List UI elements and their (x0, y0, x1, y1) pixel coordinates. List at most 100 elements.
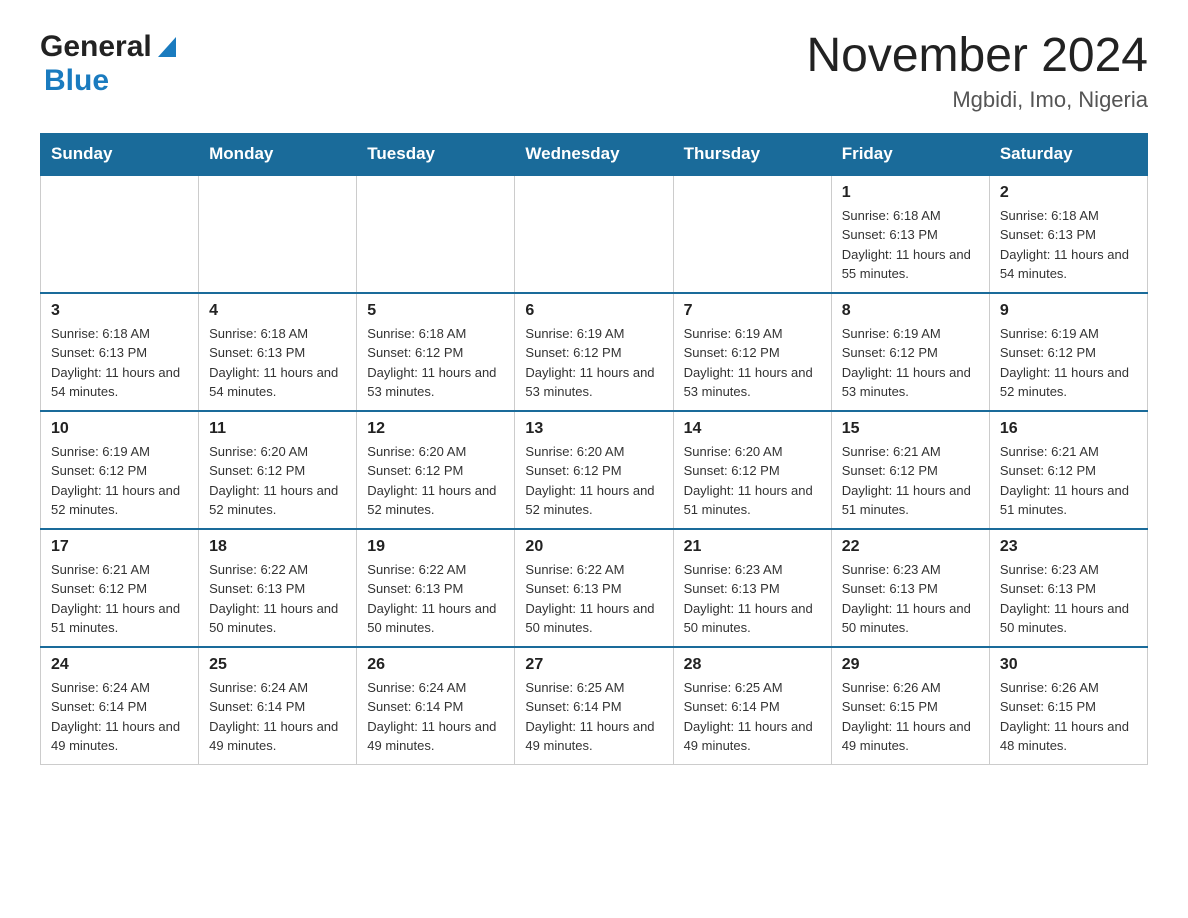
calendar-cell (357, 175, 515, 293)
day-info: Sunrise: 6:18 AM Sunset: 6:13 PM Dayligh… (51, 324, 188, 402)
calendar-cell: 3 Sunrise: 6:18 AM Sunset: 6:13 PM Daylig… (41, 293, 199, 411)
header: General Blue November 2024 Mgbidi, Imo, … (40, 30, 1148, 113)
day-number: 6 (525, 302, 662, 320)
day-number: 19 (367, 538, 504, 556)
day-number: 20 (525, 538, 662, 556)
calendar-cell: 22Sunrise: 6:23 AM Sunset: 6:13 PM Dayli… (831, 529, 989, 647)
day-number: 7 (684, 302, 821, 320)
day-of-week-header: Saturday (989, 133, 1147, 175)
day-info: Sunrise: 6:20 AM Sunset: 6:12 PM Dayligh… (367, 442, 504, 520)
day-number: 8 (842, 302, 979, 320)
day-number: 5 (367, 302, 504, 320)
calendar-cell: 10 Sunrise: 6:19 AM Sunset: 6:12 PM Dayli… (41, 411, 199, 529)
logo-blue-text: Blue (44, 64, 109, 97)
calendar-cell: 30 Sunrise: 6:26 AM Sunset: 6:15 PM Dayli… (989, 647, 1147, 765)
calendar-cell: 8 Sunrise: 6:19 AM Sunset: 6:12 PM Daylig… (831, 293, 989, 411)
day-info: Sunrise: 6:22 AM Sunset: 6:13 PM Dayligh… (525, 560, 662, 638)
calendar-cell: 21 Sunrise: 6:23 AM Sunset: 6:13 PM Dayli… (673, 529, 831, 647)
day-info: Sunrise: 6:25 AM Sunset: 6:14 PM Dayligh… (525, 678, 662, 756)
day-number: 3 (51, 302, 188, 320)
day-info: Sunrise: 6:19 AM Sunset: 6:12 PM Dayligh… (51, 442, 188, 520)
calendar-cell: 17 Sunrise: 6:21 AM Sunset: 6:12 PM Dayli… (41, 529, 199, 647)
calendar-cell: 27 Sunrise: 6:25 AM Sunset: 6:14 PM Dayli… (515, 647, 673, 765)
calendar-cell: 24 Sunrise: 6:24 AM Sunset: 6:14 PM Dayli… (41, 647, 199, 765)
day-number: 16 (1000, 420, 1137, 438)
calendar-week-row: 3 Sunrise: 6:18 AM Sunset: 6:13 PM Daylig… (41, 293, 1148, 411)
day-info: Sunrise: 6:24 AM Sunset: 6:14 PM Dayligh… (209, 678, 346, 756)
calendar-cell: 15Sunrise: 6:21 AM Sunset: 6:12 PM Dayli… (831, 411, 989, 529)
calendar-cell: 2 Sunrise: 6:18 AM Sunset: 6:13 PM Daylig… (989, 175, 1147, 293)
day-info: Sunrise: 6:18 AM Sunset: 6:13 PM Dayligh… (209, 324, 346, 402)
day-number: 27 (525, 656, 662, 674)
day-of-week-header: Friday (831, 133, 989, 175)
day-info: Sunrise: 6:21 AM Sunset: 6:12 PM Dayligh… (1000, 442, 1137, 520)
calendar-week-row: 10 Sunrise: 6:19 AM Sunset: 6:12 PM Dayli… (41, 411, 1148, 529)
calendar-cell: 26Sunrise: 6:24 AM Sunset: 6:14 PM Dayli… (357, 647, 515, 765)
day-number: 13 (525, 420, 662, 438)
day-info: Sunrise: 6:18 AM Sunset: 6:12 PM Dayligh… (367, 324, 504, 402)
day-number: 28 (684, 656, 821, 674)
calendar-cell: 4 Sunrise: 6:18 AM Sunset: 6:13 PM Daylig… (199, 293, 357, 411)
calendar-cell (199, 175, 357, 293)
calendar-cell: 13Sunrise: 6:20 AM Sunset: 6:12 PM Dayli… (515, 411, 673, 529)
day-of-week-header: Thursday (673, 133, 831, 175)
day-number: 22 (842, 538, 979, 556)
calendar-cell: 25 Sunrise: 6:24 AM Sunset: 6:14 PM Dayli… (199, 647, 357, 765)
calendar-cell: 9Sunrise: 6:19 AM Sunset: 6:12 PM Daylig… (989, 293, 1147, 411)
day-info: Sunrise: 6:18 AM Sunset: 6:13 PM Dayligh… (842, 206, 979, 284)
month-title: November 2024 (806, 30, 1148, 83)
day-number: 17 (51, 538, 188, 556)
day-info: Sunrise: 6:20 AM Sunset: 6:12 PM Dayligh… (684, 442, 821, 520)
day-number: 4 (209, 302, 346, 320)
day-info: Sunrise: 6:18 AM Sunset: 6:13 PM Dayligh… (1000, 206, 1137, 284)
day-number: 30 (1000, 656, 1137, 674)
day-number: 1 (842, 184, 979, 202)
day-info: Sunrise: 6:22 AM Sunset: 6:13 PM Dayligh… (209, 560, 346, 638)
calendar-cell: 12 Sunrise: 6:20 AM Sunset: 6:12 PM Dayli… (357, 411, 515, 529)
calendar-header-row: SundayMondayTuesdayWednesdayThursdayFrid… (41, 133, 1148, 175)
day-number: 10 (51, 420, 188, 438)
calendar-cell: 7 Sunrise: 6:19 AM Sunset: 6:12 PM Daylig… (673, 293, 831, 411)
day-info: Sunrise: 6:26 AM Sunset: 6:15 PM Dayligh… (842, 678, 979, 756)
day-of-week-header: Tuesday (357, 133, 515, 175)
calendar-cell: 18Sunrise: 6:22 AM Sunset: 6:13 PM Dayli… (199, 529, 357, 647)
logo-triangle-icon (154, 37, 176, 59)
day-info: Sunrise: 6:21 AM Sunset: 6:12 PM Dayligh… (51, 560, 188, 638)
calendar-cell: 20 Sunrise: 6:22 AM Sunset: 6:13 PM Dayli… (515, 529, 673, 647)
day-of-week-header: Wednesday (515, 133, 673, 175)
calendar-week-row: 17 Sunrise: 6:21 AM Sunset: 6:12 PM Dayli… (41, 529, 1148, 647)
day-info: Sunrise: 6:21 AM Sunset: 6:12 PM Dayligh… (842, 442, 979, 520)
day-number: 21 (684, 538, 821, 556)
day-info: Sunrise: 6:23 AM Sunset: 6:13 PM Dayligh… (1000, 560, 1137, 638)
day-info: Sunrise: 6:19 AM Sunset: 6:12 PM Dayligh… (842, 324, 979, 402)
day-info: Sunrise: 6:25 AM Sunset: 6:14 PM Dayligh… (684, 678, 821, 756)
calendar-cell: 14 Sunrise: 6:20 AM Sunset: 6:12 PM Dayli… (673, 411, 831, 529)
day-info: Sunrise: 6:22 AM Sunset: 6:13 PM Dayligh… (367, 560, 504, 638)
logo: General Blue (40, 30, 176, 98)
calendar-cell: 5 Sunrise: 6:18 AM Sunset: 6:12 PM Daylig… (357, 293, 515, 411)
day-info: Sunrise: 6:19 AM Sunset: 6:12 PM Dayligh… (525, 324, 662, 402)
day-info: Sunrise: 6:19 AM Sunset: 6:12 PM Dayligh… (684, 324, 821, 402)
day-number: 12 (367, 420, 504, 438)
logo-general-text: General (40, 30, 152, 64)
day-number: 14 (684, 420, 821, 438)
day-info: Sunrise: 6:23 AM Sunset: 6:13 PM Dayligh… (684, 560, 821, 638)
day-number: 11 (209, 420, 346, 438)
day-number: 29 (842, 656, 979, 674)
calendar-cell (673, 175, 831, 293)
day-number: 2 (1000, 184, 1137, 202)
day-info: Sunrise: 6:19 AM Sunset: 6:12 PM Dayligh… (1000, 324, 1137, 402)
day-number: 25 (209, 656, 346, 674)
calendar-week-row: 24 Sunrise: 6:24 AM Sunset: 6:14 PM Dayli… (41, 647, 1148, 765)
day-number: 24 (51, 656, 188, 674)
calendar-cell (515, 175, 673, 293)
day-of-week-header: Sunday (41, 133, 199, 175)
day-info: Sunrise: 6:20 AM Sunset: 6:12 PM Dayligh… (209, 442, 346, 520)
calendar-cell: 1 Sunrise: 6:18 AM Sunset: 6:13 PM Daylig… (831, 175, 989, 293)
day-info: Sunrise: 6:26 AM Sunset: 6:15 PM Dayligh… (1000, 678, 1137, 756)
day-number: 26 (367, 656, 504, 674)
calendar-cell: 16 Sunrise: 6:21 AM Sunset: 6:12 PM Dayli… (989, 411, 1147, 529)
day-of-week-header: Monday (199, 133, 357, 175)
day-info: Sunrise: 6:24 AM Sunset: 6:14 PM Dayligh… (51, 678, 188, 756)
title-area: November 2024 Mgbidi, Imo, Nigeria (806, 30, 1148, 113)
